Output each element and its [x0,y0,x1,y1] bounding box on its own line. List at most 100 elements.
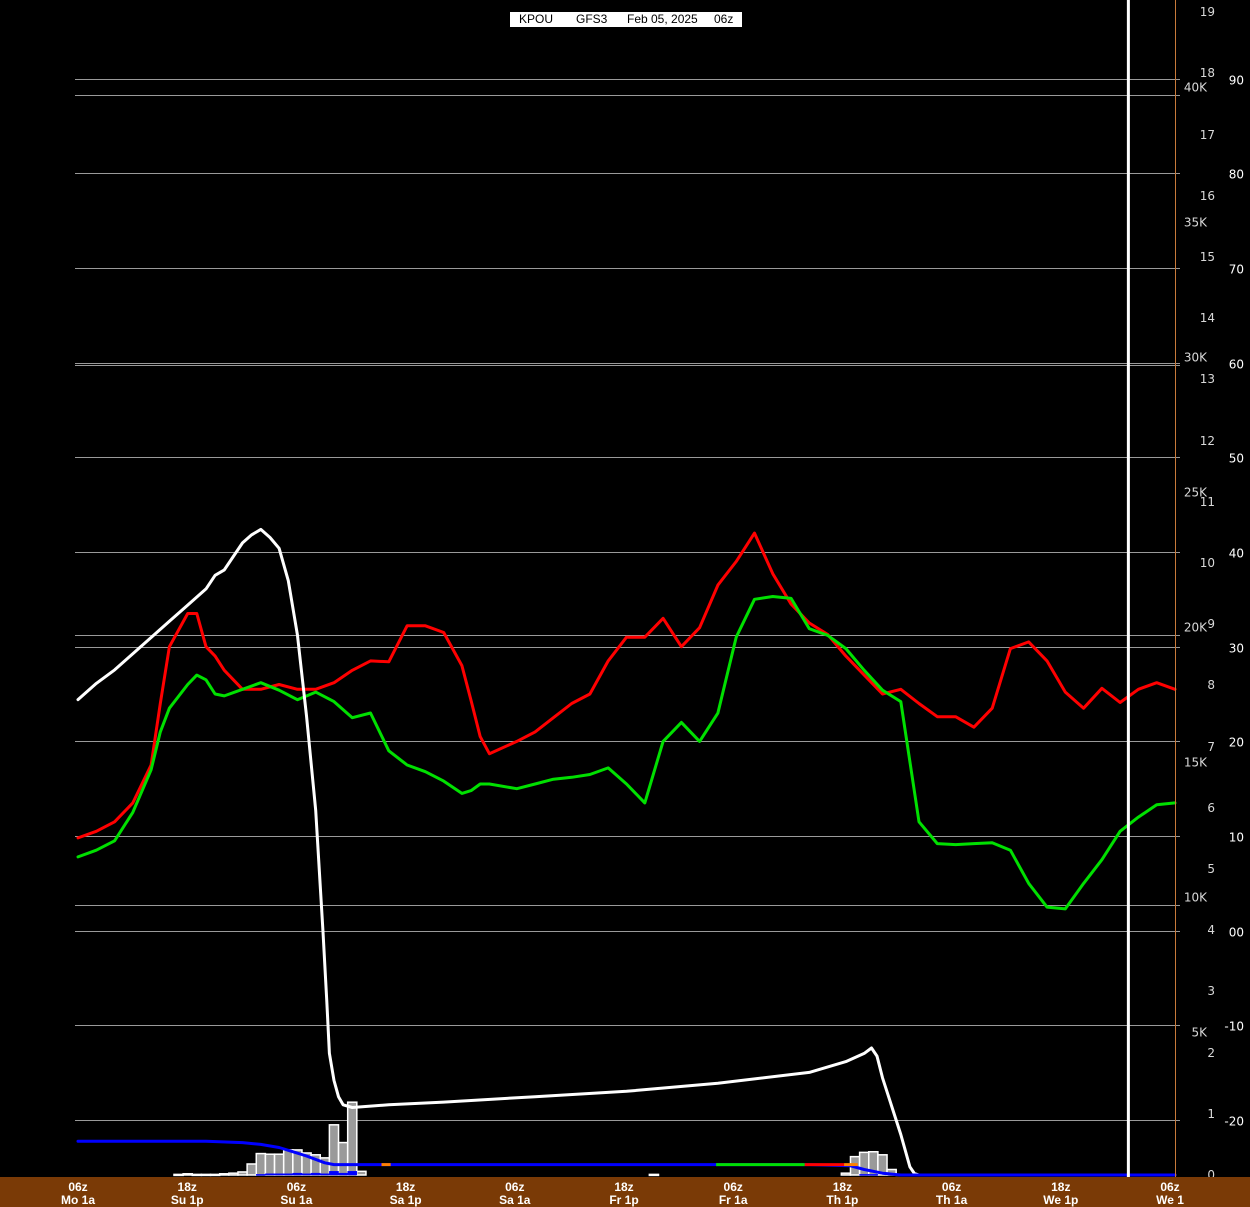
precip-tick-label: 6 [1207,801,1215,815]
precip-bar [337,1141,349,1176]
time-tick-day: Mo 1a [61,1193,95,1207]
temp-tick-label: 60 [1229,358,1244,372]
precip-tick-label: 18 [1200,66,1215,80]
precip-bar [191,1173,203,1177]
precip-bar [274,1173,284,1176]
time-tick-day: We 1p [1043,1193,1078,1207]
precip-tick-label: 2 [1207,1046,1215,1060]
precip-bar [310,1172,321,1176]
run-date: Feb 05, 2025 [627,12,698,26]
precip-bar [868,1174,879,1176]
time-tick-hour: 18z [833,1180,852,1194]
precip-bar [228,1172,239,1176]
precip-tick-label: 7 [1207,740,1215,754]
forecast-meteogram: -20 -10 00 10 20 30 40 50 60 70 80 90 5K 10K 15K 20K 2 5 K… [0,0,1250,1207]
precip-bar [273,1153,285,1176]
precip-bar [264,1153,276,1176]
precip-tick-label: 19 [1200,5,1215,19]
precip-bar [283,1173,294,1176]
height-tick-label: 15K [1184,756,1208,770]
time-tick-day: Th 1p [826,1193,858,1207]
time-tick-hour: 06z [505,1180,524,1194]
precip-tick-label: 10 [1200,556,1215,570]
precip-bar [218,1173,230,1176]
height-tick-label: 40K [1184,81,1208,95]
precip-bar [329,1171,339,1176]
precip-tick-label: 9 [1207,617,1215,631]
temp-tick-label: 20 [1229,736,1244,750]
series-lines [76,527,1177,1177]
time-tick-hour: 18z [396,1180,415,1194]
gridlines [75,79,1180,1121]
temp-tick-label: -20 [1224,1115,1244,1129]
precip-bar [292,1172,303,1176]
precip-bar [338,1172,348,1176]
precip-bar [320,1173,330,1176]
temp-tick-label: 90 [1229,74,1244,88]
precip-tick-label: 17 [1200,128,1215,142]
time-tick-day: We 1 [1156,1193,1184,1207]
precip-bar [859,1174,870,1176]
chart-header: KPOU GFS3 Feb 05, 2025 06z [510,12,742,27]
precip-bar [182,1173,194,1176]
precip-tick-label: 8 [1207,678,1215,692]
temp-tick-label: 50 [1229,452,1244,466]
series-line-3 [76,1139,1177,1177]
precip-bar [282,1149,294,1176]
series-line-0 [76,531,1177,840]
time-tick-day: Th 1a [936,1193,968,1207]
precip-bar [356,1170,367,1176]
precip-tick-label: 14 [1200,311,1215,325]
time-tick-day: Fr 1a [719,1193,748,1207]
height-tick-label: 10K [1184,891,1208,905]
time-tick-hour: 18z [1051,1180,1070,1194]
series-line-1 [76,595,1177,911]
time-tick-day: Sa 1p [390,1193,422,1207]
precip-bar [265,1173,275,1176]
precip-tick-label: 11 [1200,495,1215,509]
temp-tick-label: -10 [1224,1020,1244,1034]
precip-tick-label: 13 [1200,372,1215,386]
height-tick-label: 5K [1191,1026,1208,1040]
temp-tick-label: 30 [1229,642,1244,656]
time-tick-day: Su 1a [280,1193,312,1207]
precip-bar [173,1173,184,1177]
precip-bar [209,1173,221,1177]
precip-bar [347,1171,358,1176]
precip-bar [301,1173,312,1176]
right-axes: -20-10001020304050607080905K10K15K20K25K… [1175,0,1244,1182]
time-tick-hour: 06z [68,1180,87,1194]
precip-tick-label: 4 [1207,923,1215,937]
time-tick-day: Fr 1p [609,1193,638,1207]
precip-bar [255,1152,267,1176]
time-tick-hour: 06z [287,1180,306,1194]
temp-tick-label: 00 [1229,926,1244,940]
temp-tick-label: 40 [1229,547,1244,561]
height-tick-label: 30K [1184,351,1208,365]
precip-bar [237,1171,248,1176]
run-cycle: 06z [714,12,734,26]
time-tick-hour: 06z [724,1180,743,1194]
station-id: KPOU [519,12,554,26]
temp-tick-label: 70 [1229,263,1244,277]
precip-tick-label: 5 [1207,862,1215,876]
time-tick-day: Sa 1a [499,1193,531,1207]
precip-bar [200,1173,212,1177]
time-tick-hour: 18z [178,1180,197,1194]
precip-tick-label: 12 [1200,434,1215,448]
time-tick-hour: 06z [942,1180,961,1194]
temp-tick-label: 80 [1229,168,1244,182]
precip-tick-label: 15 [1200,250,1215,264]
time-tick-hour: 06z [1160,1180,1179,1194]
precip-tick-label: 1 [1207,1107,1215,1121]
temp-tick-label: 10 [1229,831,1244,845]
height-tick-label: 35K [1184,216,1208,230]
precip-bar [840,1172,852,1176]
model-name: GFS3 [576,12,608,26]
time-tick-day: Su 1p [171,1193,204,1207]
precip-tick-label: 16 [1200,189,1215,203]
height-tick-label: 20K [1184,621,1208,635]
precip-bar [648,1173,660,1177]
precip-bar [256,1174,266,1176]
precip-bar [246,1163,258,1176]
